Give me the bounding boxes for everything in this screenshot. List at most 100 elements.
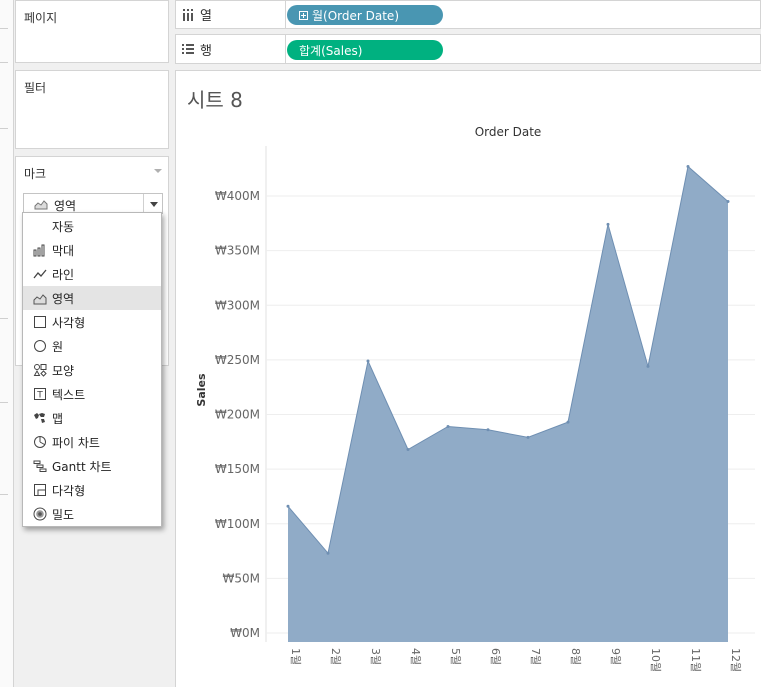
data-point[interactable] xyxy=(646,364,650,368)
edge-divider xyxy=(0,318,8,319)
columns-shelf[interactable]: 열 월(Order Date) xyxy=(175,0,761,29)
columns-label-text: 열 xyxy=(200,9,212,24)
marks-type-option[interactable]: 영역 xyxy=(23,286,161,310)
pages-title: 페이지 xyxy=(24,11,58,25)
marks-type-option[interactable]: 원 xyxy=(23,334,161,358)
marks-type-option[interactable]: 사각형 xyxy=(23,310,161,334)
data-point[interactable] xyxy=(486,428,490,432)
marks-type-option[interactable]: 라인 xyxy=(23,262,161,286)
x-tick-label: 6월 xyxy=(489,648,502,665)
x-tick-label: 11월 xyxy=(689,648,702,672)
y-tick-label: ₩0M xyxy=(230,626,260,640)
polygon-icon xyxy=(33,483,47,497)
marks-type-option[interactable]: 파이 차트 xyxy=(23,430,161,454)
y-tick-label: ₩200M xyxy=(215,408,260,422)
x-tick-label: 3월 xyxy=(369,648,382,665)
filters-title: 필터 xyxy=(24,81,47,95)
x-tick-label: 4월 xyxy=(409,648,422,665)
rows-shelf-label: 행 xyxy=(182,35,212,63)
columns-shelf-label: 열 xyxy=(182,1,212,28)
density-icon xyxy=(33,507,47,521)
map-icon xyxy=(33,411,47,425)
y-tick-label: ₩300M xyxy=(215,298,260,312)
marks-type-option-label: 라인 xyxy=(52,267,75,282)
shelf-divider xyxy=(285,1,286,29)
x-tick-label: 10월 xyxy=(649,648,662,672)
marks-type-option[interactable]: 모양 xyxy=(23,358,161,382)
columns-icon xyxy=(183,8,193,21)
marks-type-select[interactable]: 영역 xyxy=(23,193,163,214)
marks-type-option-label: 맵 xyxy=(52,411,64,426)
data-point[interactable] xyxy=(446,425,450,428)
rows-label-text: 행 xyxy=(200,43,212,59)
area-fill[interactable] xyxy=(288,166,728,643)
edge-divider xyxy=(0,128,8,129)
y-tick-label: ₩50M xyxy=(223,571,261,585)
edge-divider xyxy=(0,28,8,29)
rows-shelf[interactable]: 행 합계(Sales) xyxy=(175,34,761,64)
rows-icon xyxy=(182,44,194,54)
marks-menu-arrow-icon[interactable] xyxy=(154,169,162,173)
x-tick-label: 12월 xyxy=(729,648,742,672)
filters-card[interactable]: 필터 xyxy=(15,70,169,149)
chart-title: Order Date xyxy=(475,125,542,139)
marks-title: 마크 xyxy=(24,167,47,181)
marks-type-option-label: 텍스트 xyxy=(52,387,86,402)
marks-type-option[interactable]: T 텍스트 xyxy=(23,382,161,406)
marks-type-option-label: 모양 xyxy=(52,363,75,378)
circle-icon xyxy=(33,339,47,353)
text-icon: T xyxy=(33,387,47,401)
marks-type-option-label: 파이 차트 xyxy=(52,435,100,450)
marks-type-option[interactable]: 맵 xyxy=(23,406,161,430)
marks-type-option-label: 원 xyxy=(52,339,64,354)
columns-pill[interactable]: 월(Order Date) xyxy=(287,5,443,25)
pages-card[interactable]: 페이지 xyxy=(15,0,169,63)
data-point[interactable] xyxy=(286,504,290,508)
data-point[interactable] xyxy=(526,435,530,439)
area-chart-icon xyxy=(33,291,47,305)
marks-type-option[interactable]: 밀도 xyxy=(23,502,161,526)
y-axis-ticks: ₩0M ₩50M ₩100M ₩150M ₩200M ₩250M ₩300M ₩350M ₩40… xyxy=(215,189,260,640)
x-tick-label: 2월 xyxy=(329,648,342,665)
marks-type-option[interactable]: 자동 xyxy=(23,214,161,238)
data-point[interactable] xyxy=(326,551,330,555)
edge-divider xyxy=(0,494,8,495)
area-chart-icon xyxy=(34,200,48,210)
x-tick-label: 7월 xyxy=(529,648,542,665)
data-point[interactable] xyxy=(406,448,410,451)
square-icon xyxy=(33,315,47,329)
data-point[interactable] xyxy=(566,420,570,424)
marks-type-option-label: 막대 xyxy=(52,243,75,258)
marks-type-option[interactable]: 막대 xyxy=(23,238,161,262)
marks-type-option-label: 밀도 xyxy=(52,507,75,522)
svg-text:T: T xyxy=(36,391,43,401)
shelf-divider xyxy=(285,35,286,64)
rows-pill[interactable]: 합계(Sales) xyxy=(287,40,443,60)
y-tick-label: ₩400M xyxy=(215,189,260,203)
bar-chart-icon xyxy=(33,243,47,257)
y-tick-label: ₩250M xyxy=(215,353,260,367)
marks-type-option-label: 다각형 xyxy=(52,483,86,498)
data-point[interactable] xyxy=(606,222,610,226)
x-tick-label: 1월 xyxy=(289,648,302,665)
area-series[interactable] xyxy=(286,165,730,643)
marks-type-option-label: Gantt 차트 xyxy=(52,459,112,474)
marks-type-option[interactable]: Gantt 차트 xyxy=(23,454,161,478)
marks-type-option-label: 자동 xyxy=(52,219,75,234)
chevron-down-icon[interactable] xyxy=(150,202,158,207)
marks-type-option-label: 영역 xyxy=(52,291,75,306)
expand-plus-icon[interactable] xyxy=(299,10,308,20)
y-axis-label: Sales xyxy=(195,373,208,407)
marks-type-option[interactable]: 다각형 xyxy=(23,478,161,502)
marks-type-option-label: 사각형 xyxy=(52,315,86,330)
y-tick-label: ₩150M xyxy=(215,462,260,476)
data-point[interactable] xyxy=(686,165,690,168)
data-point[interactable] xyxy=(366,359,370,363)
edge-divider xyxy=(0,402,8,403)
area-chart[interactable]: Order Date Sales ₩0M₩50M₩100M₩150M₩200M₩… xyxy=(175,70,761,687)
gantt-icon xyxy=(33,459,47,473)
x-tick-label: 9월 xyxy=(609,648,622,665)
data-point[interactable] xyxy=(726,200,730,203)
shapes-icon xyxy=(33,363,47,377)
line-chart-icon xyxy=(33,267,47,281)
